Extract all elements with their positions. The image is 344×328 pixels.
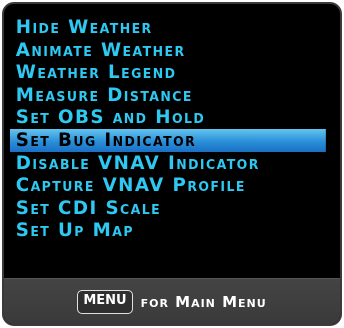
menu-footer: MENU for Main Menu bbox=[4, 278, 340, 324]
menu-item-measure-distance[interactable]: Measure Distance bbox=[10, 84, 325, 107]
menu-item-set-obs-and-hold[interactable]: Set OBS and Hold bbox=[10, 106, 325, 129]
menu-item-capture-vnav-profile[interactable]: Capture VNAV Profile bbox=[10, 174, 325, 197]
menu-item-set-cdi-scale[interactable]: Set CDI Scale bbox=[10, 197, 325, 220]
menu-item-disable-vnav-indicator[interactable]: Disable VNAV Indicator bbox=[10, 152, 325, 175]
menu-key-button[interactable]: MENU bbox=[77, 289, 133, 314]
menu-list: Hide Weather Animate Weather Weather Leg… bbox=[10, 16, 338, 242]
menu-item-animate-weather[interactable]: Animate Weather bbox=[10, 39, 325, 62]
menu-item-weather-legend[interactable]: Weather Legend bbox=[10, 61, 325, 84]
footer-hint-text: for Main Menu bbox=[140, 292, 267, 311]
menu-item-hide-weather[interactable]: Hide Weather bbox=[10, 16, 325, 39]
page-menu-panel: Hide Weather Animate Weather Weather Leg… bbox=[2, 2, 342, 326]
menu-item-set-up-map[interactable]: Set Up Map bbox=[10, 219, 325, 242]
menu-item-set-bug-indicator[interactable]: Set Bug Indicator bbox=[10, 128, 326, 152]
